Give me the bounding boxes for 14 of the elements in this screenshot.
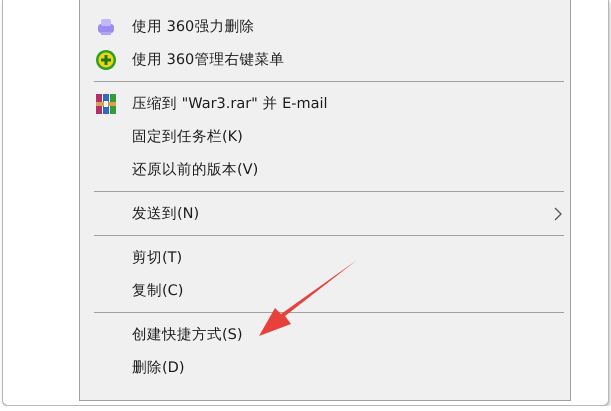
menu-item[interactable]: 删除(D) [80, 351, 570, 384]
plus-circle-icon [95, 48, 117, 70]
menu-item[interactable]: 压缩到 "War3.rar" 并 E-mail [80, 87, 570, 120]
archive-books-icon [95, 92, 117, 114]
menu-item[interactable]: 剪切(T) [80, 241, 570, 274]
chevron-right-icon [554, 207, 562, 221]
shredder-icon [96, 16, 116, 36]
menu-item[interactable]: 使用 360管理右键菜单 [80, 43, 570, 76]
menu-item[interactable]: 发送到(N) [80, 197, 570, 230]
menu-item[interactable]: 复制(C) [80, 274, 570, 307]
menu-item[interactable]: 创建快捷方式(S) [80, 318, 570, 351]
menu-item[interactable]: 固定到任务栏(K) [80, 120, 570, 153]
menu-item[interactable]: 使用 360强力删除 [80, 10, 570, 43]
menu-item[interactable]: 还原以前的版本(V) [80, 153, 570, 186]
